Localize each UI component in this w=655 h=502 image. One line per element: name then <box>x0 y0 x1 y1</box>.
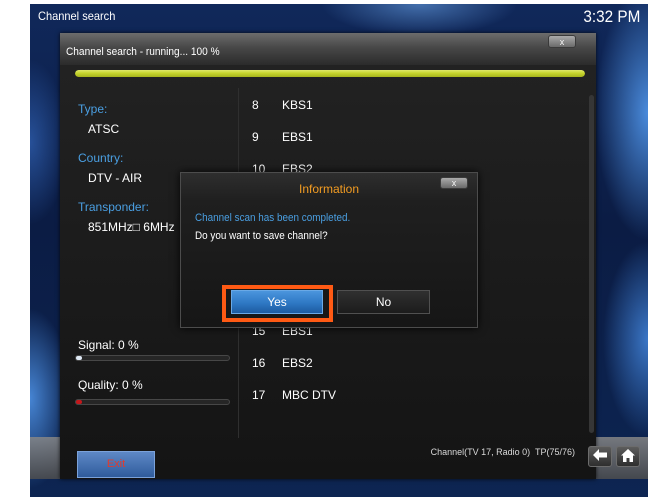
quality-label: Quality: 0 % <box>78 378 143 392</box>
channel-number: 16 <box>252 356 266 370</box>
home-icon <box>620 448 636 466</box>
type-label: Type: <box>78 102 108 116</box>
quality-meter <box>75 399 230 405</box>
channel-row: 16 EBS2 <box>252 347 582 379</box>
quality-meter-marker <box>76 400 82 404</box>
dialog-question: Do you want to save channel? <box>195 230 328 242</box>
yes-button[interactable]: Yes <box>231 290 323 314</box>
scan-progress-fill <box>75 70 585 77</box>
channel-name: EBS2 <box>282 356 313 370</box>
channel-number: 9 <box>252 130 259 144</box>
scan-progress-bar <box>75 70 585 77</box>
transponder-label: Transponder: <box>78 200 149 214</box>
back-arrow-icon <box>592 448 608 465</box>
channel-name: KBS1 <box>282 98 313 112</box>
signal-meter <box>75 355 230 361</box>
channel-number: 17 <box>252 388 266 402</box>
exit-button[interactable]: Exit <box>77 451 155 478</box>
panel-title: Channel search - running... 100 % <box>66 46 220 58</box>
clock: 3:32 PM <box>583 7 640 26</box>
channel-name: EBS1 <box>282 130 313 144</box>
window-title: Channel search <box>38 9 116 23</box>
channel-row: 9 EBS1 <box>252 121 582 153</box>
panel-header: Channel search - running... 100 % x <box>60 33 596 65</box>
home-button[interactable] <box>616 446 640 467</box>
type-value: ATSC <box>88 122 120 136</box>
close-icon: x <box>451 177 457 188</box>
signal-label: Signal: 0 % <box>78 338 139 352</box>
channel-name: MBC DTV <box>282 388 336 402</box>
scan-summary: Channel(TV 17, Radio 0) TP(75/76) <box>430 447 575 457</box>
country-value: DTV - AIR <box>88 171 143 185</box>
signal-meter-marker <box>76 356 82 360</box>
dialog-message: Channel scan has been completed. <box>195 212 351 224</box>
dialog-title: Information <box>298 182 360 196</box>
channel-number: 8 <box>252 98 259 112</box>
close-icon: x <box>559 36 565 47</box>
information-dialog: Information x Channel scan has been comp… <box>180 172 478 328</box>
kodi-screen: Channel search 3:32 PM Channel search - … <box>0 0 655 502</box>
no-button[interactable]: No <box>337 290 430 314</box>
dialog-close-button[interactable]: x <box>440 177 468 189</box>
channel-row: 8 KBS1 <box>252 89 582 121</box>
channel-row: 17 MBC DTV <box>252 379 582 411</box>
channel-list-upper: 8 KBS1 9 EBS1 10 EBS2 <box>252 89 582 185</box>
country-label: Country: <box>78 151 124 165</box>
panel-close-button[interactable]: x <box>548 35 576 48</box>
transponder-value: 851MHz□ 6MHz <box>88 220 175 234</box>
back-button[interactable] <box>588 446 612 467</box>
channel-list-lower: 15 EBS1 16 EBS2 17 MBC DTV <box>252 315 582 411</box>
channel-list-scrollbar[interactable] <box>589 95 594 433</box>
